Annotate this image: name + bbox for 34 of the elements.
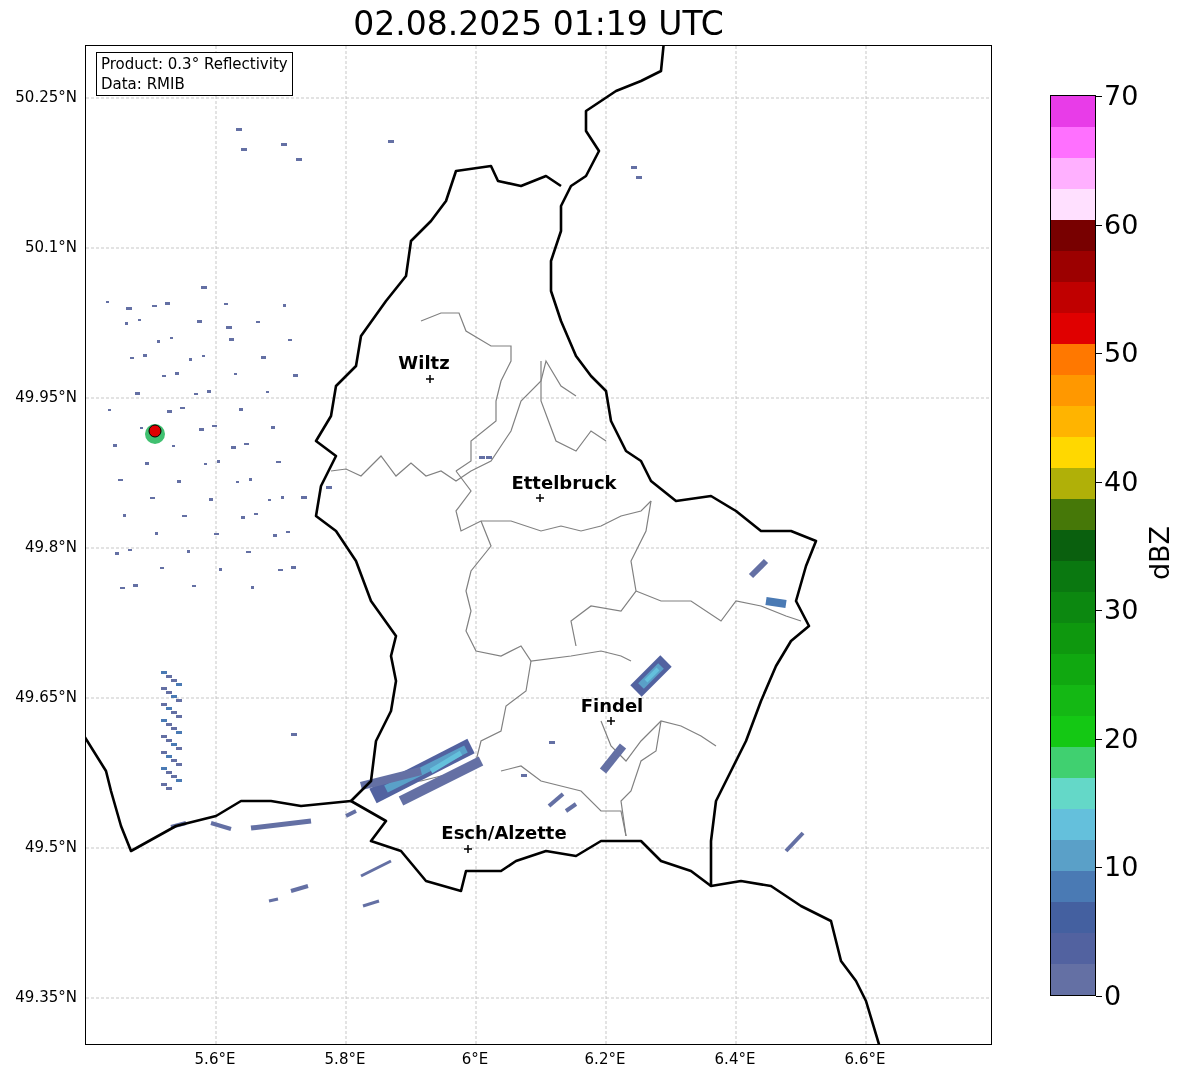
longitude-tick-label: 6.6°E [843, 1050, 887, 1068]
chart-title: 02.08.2025 01:19 UTC [352, 4, 725, 44]
longitude-tick-label: 5.6°E [193, 1050, 237, 1068]
colorbar-tick-label: 10 [1104, 852, 1139, 883]
city-label: Ettelbruck [511, 472, 617, 493]
latitude-tick-label: 49.65°N [15, 688, 77, 706]
info-text: Data: RMIB [101, 74, 186, 94]
longitude-tick-label: 5.8°E [323, 1050, 367, 1068]
city-marker [425, 374, 435, 384]
city-marker [463, 844, 473, 854]
colorbar-tick-label: 20 [1104, 723, 1139, 754]
latitude-tick-label: 50.1°N [24, 238, 77, 256]
latitude-tick-label: 49.35°N [15, 988, 77, 1006]
city-marker [606, 716, 616, 726]
city-marker [535, 493, 545, 503]
latitude-tick-label: 49.95°N [15, 388, 77, 406]
colorbar-tick-label: 0 [1104, 981, 1122, 1011]
longitude-tick-label: 6°E [460, 1050, 490, 1068]
colorbar-tick-label: 70 [1104, 81, 1139, 111]
latitude-tick-label: 50.25°N [15, 88, 77, 106]
colorbar-tick-label: 50 [1104, 338, 1139, 369]
city-label: Findel [580, 695, 644, 716]
colorbar-tick-label: 60 [1104, 209, 1139, 240]
colorbar-tick-label: 40 [1104, 466, 1139, 497]
info-text: Product: 0.3° Reflectivity [101, 54, 288, 74]
longitude-tick-label: 6.4°E [713, 1050, 757, 1068]
colorbar-label: dBZ [1145, 525, 1175, 581]
city-label: Wiltz [398, 352, 450, 373]
radar-site-marker [148, 424, 162, 438]
latitude-tick-label: 49.5°N [24, 838, 77, 856]
colorbar-tick-label: 30 [1104, 595, 1139, 626]
longitude-tick-label: 6.2°E [583, 1050, 627, 1068]
city-label: Esch/Alzette [441, 822, 567, 843]
latitude-tick-label: 49.8°N [24, 538, 77, 556]
